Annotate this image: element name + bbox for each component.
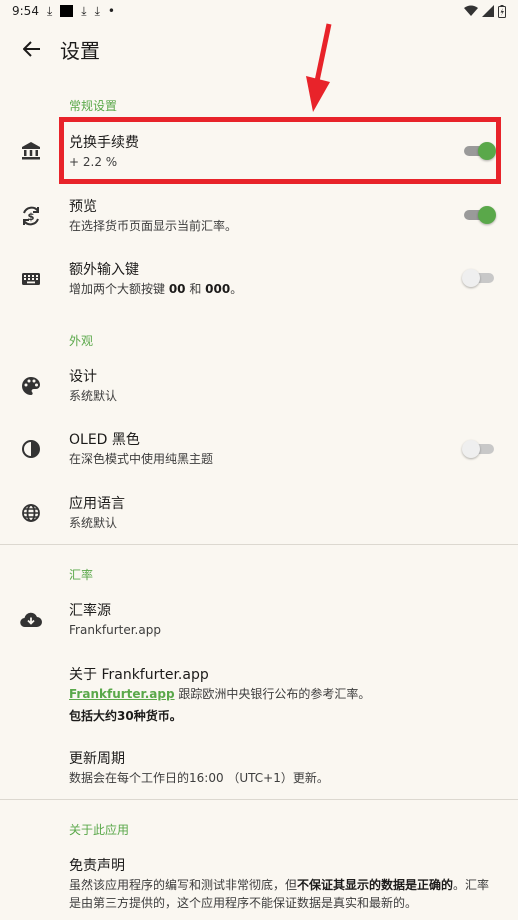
setting-subtitle: 系统默认 — [69, 516, 118, 530]
setting-preview[interactable]: $ 预览 在选择货币页面显示当前汇率。 — [0, 190, 518, 242]
page-title: 设置 — [60, 38, 100, 63]
setting-subtitle: 在选择货币页面显示当前汇率。 — [69, 219, 238, 233]
setting-subtitle: 系统默认 — [69, 389, 118, 403]
setting-design[interactable]: 设计 系统默认 — [0, 360, 518, 412]
setting-subtitle: Frankfurter.app — [69, 623, 161, 637]
extra-keys-toggle[interactable] — [462, 269, 494, 287]
section-header-rates: 汇率 — [69, 568, 94, 582]
setting-title: 更新周期 — [69, 751, 125, 767]
setting-title: 预览 — [69, 199, 97, 215]
setting-title: 应用语言 — [69, 496, 125, 512]
setting-title: 设计 — [69, 369, 97, 385]
system-icons — [464, 4, 506, 18]
section-header-appearance: 外观 — [69, 334, 94, 348]
setting-title: 关于 Frankfurter.app — [69, 667, 209, 683]
top-app-bar: 设置 — [0, 28, 518, 70]
update-cycle: 更新周期 数据会在每个工作日的16:00 （UTC+1）更新。 — [0, 745, 518, 791]
status-bar: 9:54 ⤓ ⤓ ⤓ • — [0, 0, 518, 22]
setting-title: 免责声明 — [69, 858, 125, 874]
signal-icon — [482, 5, 494, 17]
currency-exchange-icon: $ — [20, 205, 42, 227]
globe-icon — [20, 502, 42, 524]
svg-text:$: $ — [28, 212, 35, 223]
about-rate-source: 关于 Frankfurter.app Frankfurter.app 跟踪欧洲中… — [0, 660, 518, 728]
app-notification-icon — [60, 5, 74, 17]
divider — [0, 799, 518, 800]
notification-icons: ⤓ ⤓ ⤓ • — [47, 4, 115, 19]
setting-rate-source[interactable]: 汇率源 Frankfurter.app — [0, 594, 518, 646]
setting-subtitle: Frankfurter.app 跟踪欧洲中央银行公布的参考汇率。 — [69, 687, 371, 701]
download-icon: ⤓ — [81, 3, 87, 18]
oled-black-toggle[interactable] — [462, 440, 494, 458]
setting-subtitle: 增加两个大额按键 00 和 000。 — [69, 282, 243, 296]
setting-app-language[interactable]: 应用语言 系统默认 — [0, 487, 518, 539]
setting-title: OLED 黑色 — [69, 432, 140, 448]
bank-icon — [20, 140, 42, 162]
disclaimer: 免责声明 虽然该应用程序的编写和测试非常彻底，但不保证其显示的数据是正确的。汇率… — [0, 852, 518, 918]
frankfurter-link[interactable]: Frankfurter.app — [69, 687, 175, 701]
setting-extra-keys[interactable]: 额外输入键 增加两个大额按键 00 和 000。 — [0, 253, 518, 305]
setting-subtitle: 数据会在每个工作日的16:00 （UTC+1）更新。 — [69, 771, 329, 785]
wifi-icon — [464, 5, 478, 16]
setting-subtitle: 在深色模式中使用纯黑主题 — [69, 452, 214, 466]
cloud-download-icon — [20, 609, 42, 631]
setting-note: 包括大约30种货币。 — [69, 709, 182, 723]
highlight-box — [59, 117, 501, 184]
back-button[interactable] — [12, 29, 52, 69]
section-header-general: 常规设置 — [69, 99, 118, 113]
preview-toggle[interactable] — [464, 206, 496, 224]
setting-title: 额外输入键 — [69, 262, 139, 278]
arrow-back-icon — [23, 41, 40, 57]
more-dot-icon: • — [107, 4, 115, 18]
download-icon: ⤓ — [94, 3, 100, 18]
setting-title: 汇率源 — [69, 603, 111, 619]
palette-icon — [20, 375, 42, 397]
keyboard-icon — [20, 268, 42, 290]
annotation-arrow-icon — [306, 23, 332, 112]
disclaimer-text: 是由第三方提供的，这个应用程序不能保证数据是真实和最新的。 — [69, 896, 418, 910]
setting-oled-black[interactable]: OLED 黑色 在深色模式中使用纯黑主题 — [0, 423, 518, 475]
status-time: 9:54 — [12, 4, 39, 18]
download-icon: ⤓ — [46, 3, 53, 18]
battery-icon — [498, 4, 506, 18]
divider — [0, 544, 518, 545]
section-header-about: 关于此应用 — [69, 823, 130, 837]
contrast-icon — [20, 438, 42, 460]
disclaimer-text: 虽然该应用程序的编写和测试非常彻底，但不保证其显示的数据是正确的。汇率 — [69, 878, 490, 892]
